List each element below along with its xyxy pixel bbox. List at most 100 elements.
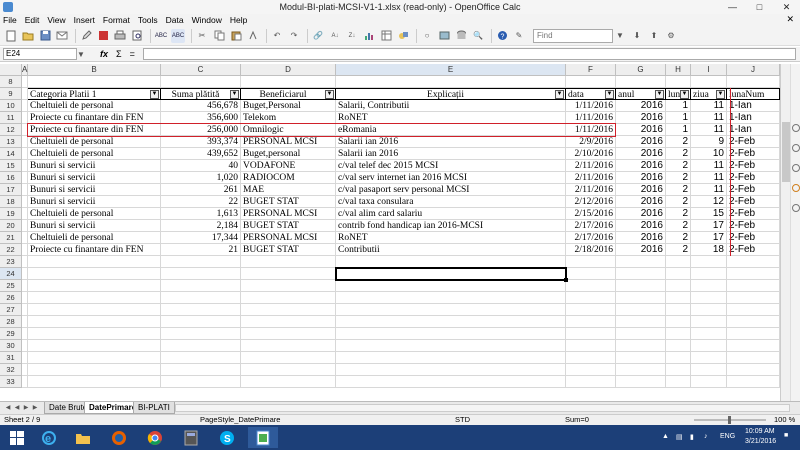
grid-cell[interactable]	[241, 304, 336, 316]
data-cell-data[interactable]: 1/11/2016	[566, 100, 616, 112]
grid-cell[interactable]	[336, 292, 566, 304]
data-cell-suma[interactable]: 456,678	[161, 100, 241, 112]
data-cell-suma[interactable]: 439,652	[161, 148, 241, 160]
grid-cell[interactable]	[28, 280, 161, 292]
find-previous-icon[interactable]: ⬇	[630, 29, 644, 43]
grid-cell[interactable]	[691, 280, 727, 292]
data-cell-ziua[interactable]: 11	[691, 112, 727, 124]
grid-cell[interactable]	[336, 352, 566, 364]
grid-cell[interactable]	[666, 76, 691, 88]
grid-cell[interactable]	[241, 364, 336, 376]
grid-cell[interactable]	[616, 76, 666, 88]
data-cell-categoria[interactable]: Proiecte cu finantare din FEN	[28, 112, 161, 124]
data-cell-beneficiarul[interactable]: BUGET STAT	[241, 244, 336, 256]
skype-icon[interactable]: S	[212, 427, 242, 448]
data-cell-beneficiarul[interactable]: Buget,personal	[241, 148, 336, 160]
data-cell-anul[interactable]: 2016	[616, 244, 666, 256]
data-cell-lunanum[interactable]: 2-Feb	[727, 244, 780, 256]
column-header-e[interactable]: E	[336, 64, 566, 76]
grid-cell[interactable]	[616, 328, 666, 340]
grid-cell[interactable]	[666, 340, 691, 352]
data-cell-ziua[interactable]: 17	[691, 220, 727, 232]
row-header[interactable]: 21	[0, 232, 22, 244]
grid-cell[interactable]	[241, 340, 336, 352]
data-cell-ziua[interactable]: 11	[691, 100, 727, 112]
clock-time[interactable]: 10:09 AM	[745, 428, 775, 435]
column-filter-header-data[interactable]: data ▼	[566, 88, 616, 100]
data-cell-data[interactable]: 2/10/2016	[566, 148, 616, 160]
calculator-icon[interactable]	[176, 427, 206, 448]
data-cell-explicatii[interactable]: RoNET	[336, 232, 566, 244]
data-cell-lunanum[interactable]: 2-Feb	[727, 172, 780, 184]
grid-cell[interactable]	[616, 280, 666, 292]
data-cell-anul[interactable]: 2016	[616, 160, 666, 172]
grid-cell[interactable]	[616, 376, 666, 388]
data-cell-anul[interactable]: 2016	[616, 124, 666, 136]
data-cell-luna[interactable]: 1	[666, 100, 691, 112]
grid-cell[interactable]	[161, 304, 241, 316]
grid-cell[interactable]	[241, 376, 336, 388]
autofilter-dropdown-icon[interactable]: ▼	[325, 90, 334, 99]
data-cell-ziua[interactable]: 12	[691, 196, 727, 208]
grid-cell[interactable]	[161, 256, 241, 268]
autofilter-dropdown-icon[interactable]: ▼	[555, 90, 564, 99]
autofilter-dropdown-icon[interactable]: ▼	[150, 90, 159, 99]
data-cell-luna[interactable]: 2	[666, 208, 691, 220]
grid-cell[interactable]	[616, 268, 666, 280]
grid-cell[interactable]	[691, 268, 727, 280]
grid-cell[interactable]	[28, 364, 161, 376]
row-header[interactable]: 9	[0, 88, 22, 100]
find-dropdown-icon[interactable]: ▼	[613, 29, 627, 43]
row-header[interactable]: 13	[0, 136, 22, 148]
data-cell-anul[interactable]: 2016	[616, 112, 666, 124]
grid-cell[interactable]	[727, 76, 780, 88]
data-cell-anul[interactable]: 2016	[616, 196, 666, 208]
data-cell-explicatii[interactable]: Salarii, Contributii	[336, 100, 566, 112]
data-cell-explicatii[interactable]: contrib fond handicap ian 2016-MCSI	[336, 220, 566, 232]
grid-cell[interactable]	[691, 340, 727, 352]
formula-input[interactable]	[142, 48, 796, 60]
data-cell-data[interactable]: 2/11/2016	[566, 184, 616, 196]
chrome-icon[interactable]	[140, 427, 170, 448]
grid-cell[interactable]	[566, 304, 616, 316]
sort-ascending-icon[interactable]: A↓	[328, 29, 342, 43]
grid-cell[interactable]	[691, 364, 727, 376]
grid-cell[interactable]	[28, 340, 161, 352]
grid-cell[interactable]	[241, 328, 336, 340]
grid-cell[interactable]	[616, 304, 666, 316]
data-cell-suma[interactable]: 256,000	[161, 124, 241, 136]
sum-icon[interactable]: Σ	[116, 49, 122, 59]
grid-cell[interactable]	[666, 304, 691, 316]
next-sheet-icon[interactable]: ▶	[22, 404, 30, 412]
row-header[interactable]: 29	[0, 328, 22, 340]
menu-data[interactable]: Data	[166, 15, 184, 25]
data-cell-explicatii[interactable]: Contributii	[336, 244, 566, 256]
data-cell-anul[interactable]: 2016	[616, 220, 666, 232]
grid-cell[interactable]	[566, 268, 616, 280]
grid-cell[interactable]	[566, 340, 616, 352]
clock-date[interactable]: 3/21/2016	[745, 438, 776, 445]
data-cell-luna[interactable]: 2	[666, 244, 691, 256]
close-document-icon[interactable]: ✕	[786, 14, 794, 25]
zoom-slider[interactable]	[690, 416, 770, 424]
data-cell-suma[interactable]: 40	[161, 160, 241, 172]
grid-cell[interactable]	[161, 352, 241, 364]
gallery-sidebar-icon[interactable]	[792, 164, 800, 172]
grid-cell[interactable]	[566, 316, 616, 328]
data-cell-categoria[interactable]: Bunuri si servicii	[28, 220, 161, 232]
copy-icon[interactable]	[212, 29, 226, 43]
data-cell-lunanum[interactable]: 2-Feb	[727, 184, 780, 196]
grid-cell[interactable]	[666, 364, 691, 376]
row-header[interactable]: 15	[0, 160, 22, 172]
menu-window[interactable]: Window	[192, 15, 222, 25]
data-cell-luna[interactable]: 2	[666, 172, 691, 184]
data-cell-suma[interactable]: 22	[161, 196, 241, 208]
data-cell-beneficiarul[interactable]: MAE	[241, 184, 336, 196]
column-header-c[interactable]: C	[161, 64, 241, 76]
clone-formatting-icon[interactable]	[246, 29, 260, 43]
help-icon[interactable]: ?	[495, 29, 509, 43]
data-cell-luna[interactable]: 2	[666, 136, 691, 148]
vertical-scroll-thumb[interactable]	[782, 122, 790, 182]
grid-cell[interactable]	[336, 328, 566, 340]
data-cell-data[interactable]: 2/17/2016	[566, 220, 616, 232]
